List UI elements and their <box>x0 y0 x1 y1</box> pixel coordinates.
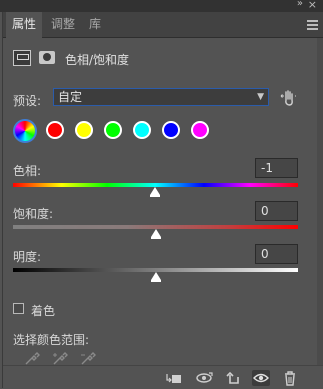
view-previous-state-icon[interactable] <box>195 370 213 386</box>
tab-properties[interactable]: 属性 <box>6 12 43 38</box>
saturation-label: 饱和度: <box>13 207 54 221</box>
chevron-down-icon: ▼ <box>257 92 264 102</box>
color-range-master-swatch[interactable] <box>13 119 37 143</box>
adjustment-layer-icon[interactable] <box>13 50 31 66</box>
saturation-slider-thumb[interactable] <box>150 229 161 239</box>
eyedropper-subtract-icon[interactable] <box>79 350 97 366</box>
lightness-slider-thumb[interactable] <box>150 272 161 282</box>
visibility-eye-icon[interactable] <box>252 370 270 386</box>
panel-title: 色相/饱和度 <box>65 53 130 67</box>
color-range-magentas-swatch[interactable] <box>191 121 209 139</box>
preset-value: 自定 <box>58 90 83 104</box>
eyedropper-icon[interactable] <box>23 350 41 366</box>
color-range-yellows-swatch[interactable] <box>75 121 93 139</box>
tab-libraries[interactable]: 库 <box>83 12 107 37</box>
on-image-adjust-hand-icon[interactable] <box>279 88 297 108</box>
hue-value-field[interactable]: -1 <box>255 158 298 178</box>
saturation-value-field[interactable]: 0 <box>255 201 298 221</box>
layer-mask-icon[interactable] <box>39 51 55 64</box>
clip-to-layer-icon[interactable] <box>165 370 183 386</box>
color-range-blues-swatch[interactable] <box>162 121 180 139</box>
lightness-label: 明度: <box>13 250 42 264</box>
reset-icon[interactable] <box>225 370 243 386</box>
select-color-range-label: 选择颜色范围: <box>13 333 90 347</box>
panel-footer <box>3 365 323 389</box>
panel-tab-bar: 属性 调整 库 <box>3 12 323 38</box>
color-range-cyans-swatch[interactable] <box>133 121 151 139</box>
colorize-checkbox[interactable] <box>13 303 24 314</box>
trash-icon[interactable] <box>281 370 299 386</box>
tab-adjustments[interactable]: 调整 <box>45 12 81 37</box>
panel-header: 色相/饱和度 <box>3 38 323 78</box>
collapse-panel-button[interactable]: » <box>297 0 303 9</box>
color-range-greens-swatch[interactable] <box>104 121 122 139</box>
close-panel-button[interactable]: × <box>308 0 317 11</box>
preset-dropdown[interactable]: 自定 ▼ <box>53 88 269 106</box>
panel-menu-icon[interactable] <box>307 20 318 32</box>
eyedropper-add-icon[interactable] <box>51 350 69 366</box>
window-title-bar: » × <box>0 0 323 12</box>
hue-slider-thumb[interactable] <box>149 187 160 197</box>
properties-panel: 属性 调整 库 色相/饱和度 预设: 自定 ▼ 色相: -1 饱和度: 0 明度… <box>2 12 323 389</box>
color-range-reds-swatch[interactable] <box>46 121 64 139</box>
colorize-label: 着色 <box>31 304 56 318</box>
preset-label: 预设: <box>13 94 42 108</box>
hue-label: 色相: <box>13 164 42 178</box>
panel-scrollbar[interactable] <box>317 38 323 365</box>
lightness-value-field[interactable]: 0 <box>255 244 298 264</box>
